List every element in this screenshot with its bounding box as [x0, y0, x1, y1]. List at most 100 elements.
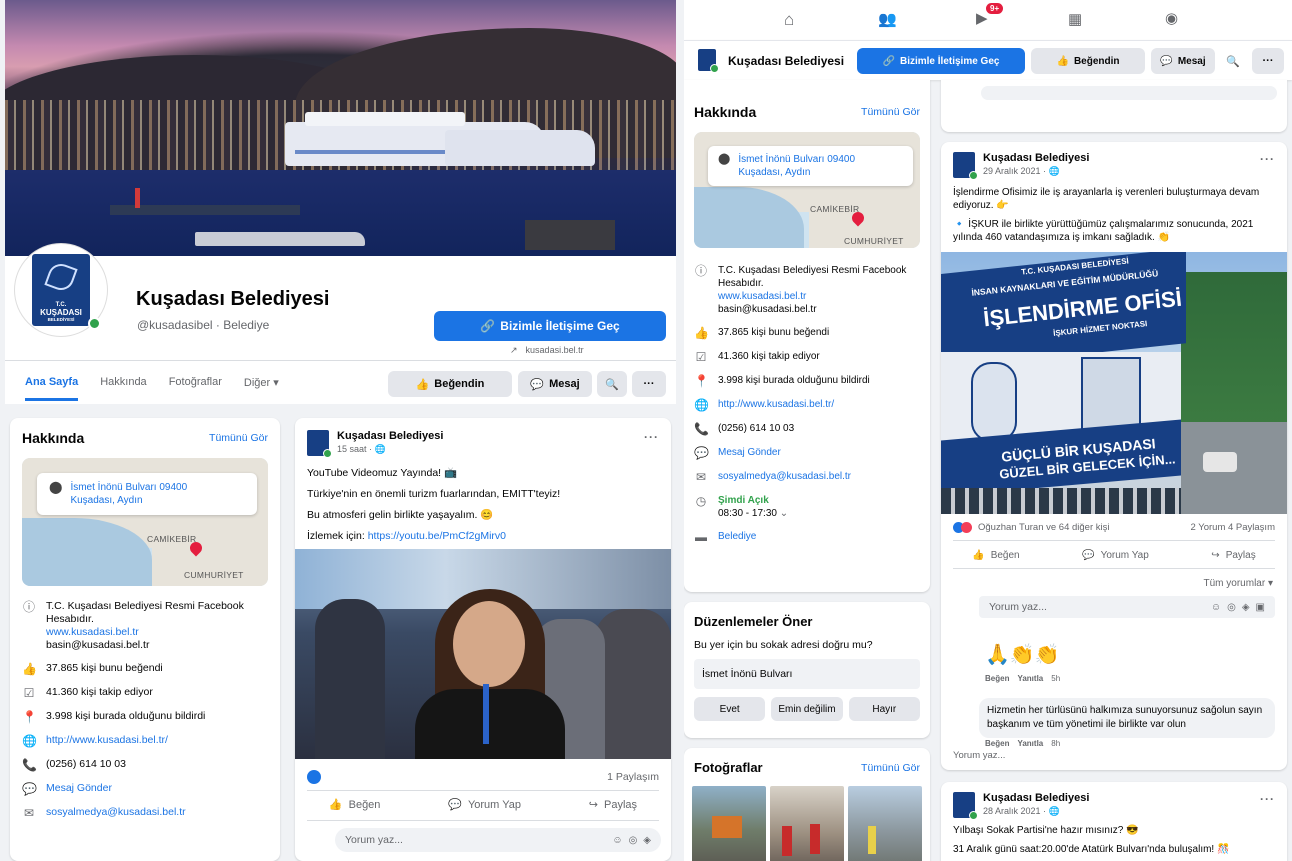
comment-icon: 💬: [1082, 550, 1095, 561]
all-comments-filter[interactable]: Tüm yorumlar ▾: [1204, 578, 1273, 589]
avatar[interactable]: [307, 430, 332, 458]
comment-time[interactable]: 8h: [1051, 739, 1060, 748]
liked-button[interactable]: 👍 Beğendin: [1031, 48, 1145, 74]
search-button[interactable]: 🔍: [597, 371, 627, 397]
comment-input[interactable]: Yorum yaz... ☺ ◎ ◈ ▣: [979, 596, 1275, 618]
about-website-link[interactable]: www.kusadasi.bel.tr: [718, 290, 920, 303]
search-button[interactable]: 🔍: [1219, 48, 1247, 74]
comment-reply-link[interactable]: Yanıtla: [1017, 674, 1043, 683]
send-message-link[interactable]: Mesaj Gönder: [46, 782, 112, 795]
post-photo[interactable]: T.C. KUŞADASI BELEDİYESİ İNSAN KAYNAKLAR…: [941, 252, 1287, 514]
map-address-card[interactable]: ⬤ İsmet İnönü Bulvarı 09400 Kuşadası, Ayd…: [37, 473, 257, 515]
share-button[interactable]: ↪ Paylaş: [1211, 550, 1255, 561]
post-time[interactable]: 15 saat ·: [337, 444, 375, 454]
category-link[interactable]: Belediye: [718, 530, 756, 543]
like-button[interactable]: 👍 Beğen: [329, 798, 381, 812]
avatar[interactable]: [953, 792, 978, 820]
send-message-link[interactable]: Mesaj Gönder: [718, 446, 781, 459]
post-counts[interactable]: 2 Yorum 4 Paylaşım: [1191, 522, 1276, 533]
map-address-line2: Kuşadası, Aydın: [738, 167, 811, 178]
photo-thumb[interactable]: [770, 786, 844, 861]
message-button[interactable]: 💬 Mesaj: [1151, 48, 1215, 74]
chevron-down-icon[interactable]: ⌄: [780, 508, 788, 519]
sticker-icon[interactable]: ▣: [1256, 602, 1265, 613]
contact-button[interactable]: 🔗 Bizimle İletişime Geç: [857, 48, 1025, 74]
tab-photos[interactable]: Fotoğraflar: [169, 376, 222, 401]
email-link[interactable]: sosyalmedya@kusadasi.bel.tr: [46, 806, 186, 819]
share-count[interactable]: 1 Paylaşım: [607, 771, 659, 783]
photos-see-all-link[interactable]: Tümünü Gör: [861, 762, 920, 774]
gif-icon[interactable]: ◈: [1242, 602, 1250, 613]
groups-icon[interactable]: ◉: [1165, 9, 1178, 27]
map[interactable]: ⬤ İsmet İnönü Bulvarı 09400 Kuşadası, Ayd…: [694, 132, 920, 248]
post-author[interactable]: Kuşadası Belediyesi: [337, 430, 443, 442]
about-website-link[interactable]: www.kusadasi.bel.tr: [46, 626, 268, 639]
liked-button[interactable]: 👍 Beğendin: [388, 371, 512, 397]
share-button[interactable]: ↪ Paylaş: [589, 798, 637, 812]
message-button[interactable]: 💬 Mesaj: [518, 371, 592, 397]
website-short[interactable]: ↗ kusadasi.bel.tr: [510, 345, 584, 356]
post-options-button[interactable]: ···: [1260, 792, 1275, 806]
map[interactable]: ⬤ İsmet İnönü Bulvarı 09400 Kuşadası, Ayd…: [22, 458, 268, 586]
url-link[interactable]: http://www.kusadasi.bel.tr/: [46, 734, 168, 747]
hours-text: 08:30 - 17:30: [718, 508, 777, 519]
sticker-icon[interactable]: ◈: [643, 835, 651, 846]
category-row: ▬ Belediye: [694, 530, 920, 544]
home-icon[interactable]: ⌂: [784, 10, 794, 30]
comment-button[interactable]: 💬 Yorum Yap: [448, 798, 521, 812]
about-see-all-link[interactable]: Tümünü Gör: [209, 432, 268, 444]
post-time[interactable]: 29 Aralık 2021 ·: [983, 166, 1049, 176]
photo-thumb[interactable]: [848, 786, 922, 861]
post-author[interactable]: Kuşadası Belediyesi: [983, 152, 1089, 164]
tab-more[interactable]: Diğer ▾: [244, 376, 279, 401]
url-link[interactable]: http://www.kusadasi.bel.tr/: [718, 398, 834, 411]
comment-like-link[interactable]: Beğen: [985, 674, 1009, 683]
email-link[interactable]: sosyalmedya@kusadasi.bel.tr: [718, 470, 851, 483]
contact-button[interactable]: 🔗 Bizimle İletişime Geç: [434, 311, 666, 341]
more-button[interactable]: ···: [632, 371, 666, 397]
page-title: Kuşadası Belediyesi: [136, 288, 330, 310]
tab-home[interactable]: Ana Sayfa: [25, 376, 79, 401]
more-button[interactable]: ···: [1252, 48, 1284, 74]
emoji-icon[interactable]: ☺: [1211, 602, 1221, 613]
follow-check-icon: ☑: [23, 686, 35, 700]
reactions-summary[interactable]: Oğuzhan Turan ve 64 diğer kişi: [978, 522, 1110, 533]
sticky-page-name[interactable]: Kuşadası Belediyesi: [728, 54, 844, 68]
avatar[interactable]: [953, 152, 978, 180]
info-icon: ⓘ: [22, 600, 35, 614]
suggest-yes-button[interactable]: Evet: [694, 697, 766, 721]
marketplace-icon[interactable]: ▦: [1068, 10, 1082, 28]
page-handle: @kusadasibel · Belediye: [137, 318, 270, 332]
youtube-link[interactable]: https://youtu.be/PmCf2gMirv0: [368, 530, 506, 542]
comment-button[interactable]: 💬 Yorum Yap: [1082, 550, 1149, 561]
watch-icon[interactable]: ▶: [976, 9, 988, 27]
like-button[interactable]: 👍 Beğen: [972, 550, 1019, 561]
emoji-icon[interactable]: ☺: [612, 835, 622, 846]
about-see-all-link[interactable]: Tümünü Gör: [861, 106, 920, 118]
messenger-icon: 💬: [1160, 55, 1173, 67]
post-options-button[interactable]: ···: [1260, 152, 1275, 166]
more-dots-icon: ···: [1262, 55, 1274, 67]
camera-icon[interactable]: ◎: [629, 835, 638, 846]
suggest-unsure-button[interactable]: Emin değilim: [771, 697, 843, 721]
photo-thumb[interactable]: [692, 786, 766, 861]
comment-time[interactable]: 5h: [1051, 674, 1060, 683]
profile-avatar[interactable]: T.C. KUŞADASI BELEDİYESİ: [15, 244, 107, 336]
camera-icon[interactable]: ◎: [1227, 602, 1236, 613]
friends-icon[interactable]: 👥: [878, 10, 897, 28]
post-photo[interactable]: [295, 549, 671, 759]
reply-input[interactable]: Yorum yaz...: [953, 750, 1005, 761]
post-options-button[interactable]: ···: [644, 430, 659, 444]
comment-input[interactable]: Yorum yaz... ☺ ◎ ◈: [335, 828, 661, 852]
tab-about[interactable]: Hakkında: [100, 376, 146, 401]
map-address-card[interactable]: ⬤ İsmet İnönü Bulvarı 09400 Kuşadası, Ayd…: [708, 146, 913, 186]
likes-row: 👍 37.865 kişi bunu beğendi: [694, 326, 920, 340]
post-author[interactable]: Kuşadası Belediyesi: [983, 792, 1089, 804]
post-time[interactable]: 28 Aralık 2021 ·: [983, 806, 1049, 816]
suggest-no-button[interactable]: Hayır: [848, 697, 920, 721]
cover-photo[interactable]: [5, 0, 676, 256]
briefcase-icon: ▬: [695, 530, 707, 544]
avatar[interactable]: [698, 49, 719, 73]
comment-like-link[interactable]: Beğen: [985, 739, 1009, 748]
comment-reply-link[interactable]: Yanıtla: [1017, 739, 1043, 748]
